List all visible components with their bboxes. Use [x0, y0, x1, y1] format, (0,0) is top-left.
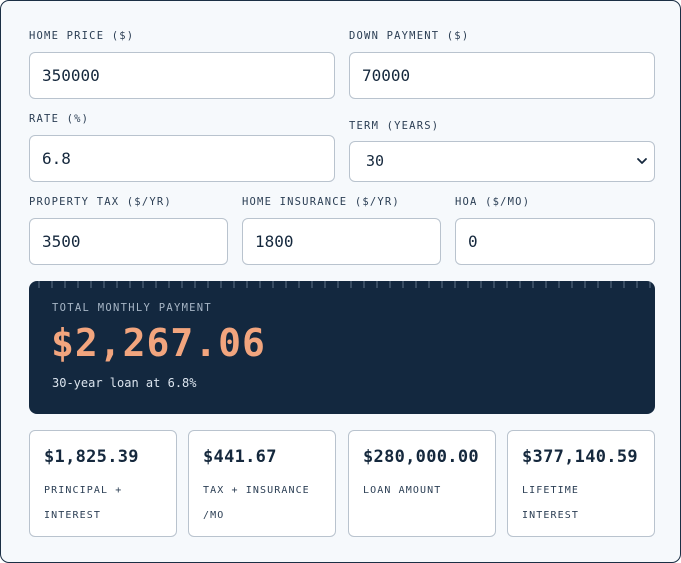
property-tax-input[interactable]	[29, 218, 228, 265]
stat-card-loan-amount: $280,000.00 LOAN AMOUNT	[348, 430, 496, 537]
hoa-input[interactable]	[455, 218, 655, 265]
total-payment-panel: TOTAL MONTHLY PAYMENT $2,267.06 30-year …	[29, 281, 655, 414]
hoa-label: HOA ($/MO)	[455, 196, 531, 208]
total-payment-amount: $2,267.06	[51, 321, 266, 365]
stat-card-lifetime-interest: $377,140.59 LIFETIME INTEREST	[507, 430, 655, 537]
stat-value: $377,140.59	[522, 447, 638, 467]
stat-value: $441.67	[203, 447, 277, 467]
term-select[interactable]: 30	[349, 141, 655, 182]
total-payment-label: TOTAL MONTHLY PAYMENT	[52, 302, 213, 314]
mortgage-calculator-card: HOME PRICE ($) DOWN PAYMENT ($) RATE (%)…	[0, 0, 681, 563]
home-insurance-input[interactable]	[242, 218, 441, 265]
term-label: TERM (YEARS)	[349, 120, 440, 132]
home-price-input[interactable]	[29, 52, 335, 99]
stat-card-principal-interest: $1,825.39 PRINCIPAL + INTEREST	[29, 430, 177, 537]
rate-input[interactable]	[29, 135, 335, 182]
stat-value: $280,000.00	[363, 447, 479, 467]
down-payment-input[interactable]	[349, 52, 655, 99]
rate-label: RATE (%)	[29, 113, 90, 125]
ruler-ticks-decoration	[38, 281, 651, 288]
stat-label: PRINCIPAL + INTEREST	[44, 485, 123, 521]
property-tax-label: PROPERTY TAX ($/YR)	[29, 196, 172, 208]
home-price-label: HOME PRICE ($)	[29, 30, 135, 42]
loan-summary-text: 30-year loan at 6.8%	[52, 376, 197, 390]
chevron-down-icon	[637, 158, 647, 164]
down-payment-label: DOWN PAYMENT ($)	[349, 30, 470, 42]
stat-label: TAX + INSURANCE /MO	[203, 485, 310, 521]
stat-value: $1,825.39	[44, 447, 139, 467]
home-insurance-label: HOME INSURANCE ($/YR)	[242, 196, 400, 208]
stat-label: LIFETIME INTEREST	[522, 485, 579, 521]
stat-label: LOAN AMOUNT	[363, 485, 442, 496]
stat-card-tax-insurance: $441.67 TAX + INSURANCE /MO	[188, 430, 336, 537]
term-select-value: 30	[366, 152, 385, 170]
